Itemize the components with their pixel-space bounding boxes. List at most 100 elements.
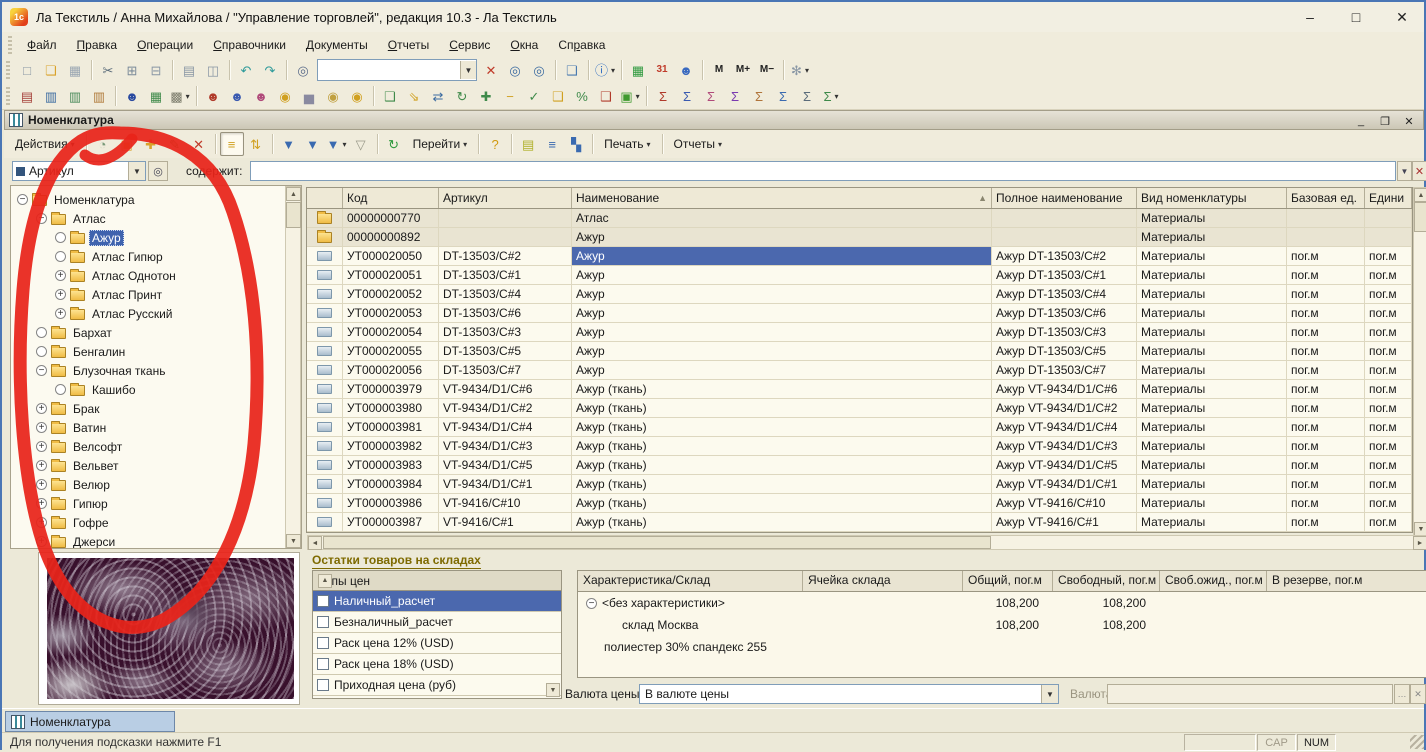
cell[interactable]: Ажур (ткань) xyxy=(572,418,992,436)
cell[interactable]: Ажур VT-9434/D1/C#1 xyxy=(992,475,1137,493)
column-header-Полное наименование[interactable]: Полное наименование xyxy=(992,188,1137,208)
cell[interactable]: УТ000020053 xyxy=(343,304,439,322)
toolbar-grip[interactable] xyxy=(8,36,12,54)
tree-item[interactable]: Кашибо xyxy=(13,380,283,399)
cell[interactable]: УТ000003979 xyxy=(343,380,439,398)
collapse-icon[interactable]: − xyxy=(17,194,28,205)
cell[interactable]: VT-9434/D1/C#5 xyxy=(439,456,572,474)
checkbox-icon[interactable] xyxy=(317,658,329,670)
cell[interactable]: Материалы xyxy=(1137,475,1287,493)
memory-m-plus-icon[interactable]: M+ xyxy=(731,58,755,82)
outgoing-cash-icon[interactable]: ◉ xyxy=(321,84,345,108)
actions-button[interactable]: Действия▾ xyxy=(8,132,82,156)
cell[interactable]: пог.м xyxy=(1287,418,1365,436)
cell[interactable]: 00000000892 xyxy=(343,228,439,246)
redo-icon[interactable]: ↷ xyxy=(258,58,282,82)
cell[interactable]: 00000000770 xyxy=(343,209,439,227)
cell[interactable]: УТ000020055 xyxy=(343,342,439,360)
cell[interactable]: Ажур (ткань) xyxy=(572,399,992,417)
menu-item-9[interactable]: Справка xyxy=(548,35,615,55)
tree-item[interactable]: +Атлас Однотон xyxy=(13,266,283,285)
info-icon[interactable]: ⓘ▾ xyxy=(593,58,617,82)
cell[interactable]: Ажур VT-9434/D1/C#3 xyxy=(992,437,1137,455)
report-check-icon[interactable]: Σ▾ xyxy=(819,84,843,108)
find-next-icon[interactable]: ◎ xyxy=(503,58,527,82)
stock-column-header[interactable]: В резерве, пог.м xyxy=(1267,571,1426,591)
column-header-Базовая ед.[interactable]: Базовая ед. xyxy=(1287,188,1365,208)
table-hscrollbar-thumb[interactable] xyxy=(323,536,991,549)
cell[interactable]: пог.м xyxy=(1365,361,1412,379)
tree-item[interactable]: −Атлас xyxy=(13,209,283,228)
table-row[interactable]: УТ000003981VT-9434/D1/C#4Ажур (ткань)Ажу… xyxy=(307,418,1412,437)
paste-icon[interactable]: ⊟ xyxy=(144,58,168,82)
cell[interactable]: Материалы xyxy=(1137,361,1287,379)
print-preview-icon[interactable]: ◫ xyxy=(201,58,225,82)
print-document-icon[interactable]: ▥ xyxy=(63,84,87,108)
print-tray-icon[interactable]: ▥ xyxy=(87,84,111,108)
table-row[interactable]: УТ000020052DT-13503/C#4АжурАжур DT-13503… xyxy=(307,285,1412,304)
doc-refresh-icon[interactable]: ↻ xyxy=(450,84,474,108)
refresh-icon[interactable]: ↻ xyxy=(382,132,406,156)
stock-column-header[interactable]: Характеристика/Склад xyxy=(578,571,803,591)
cell[interactable]: Ажур VT-9434/D1/C#6 xyxy=(992,380,1137,398)
cut-icon[interactable]: ✂ xyxy=(96,58,120,82)
memory-m-minus-icon[interactable]: M− xyxy=(755,58,779,82)
tree-item[interactable]: +Гипюр xyxy=(13,494,283,513)
cell[interactable]: Ажур xyxy=(572,247,992,265)
barcode-icon[interactable]: ▤ xyxy=(516,132,540,156)
menu-item-1[interactable]: Файл xyxy=(17,35,67,55)
tree-item[interactable]: Атлас Гипюр xyxy=(13,247,283,266)
stock-row[interactable]: полиестер 30% спандекс 255 xyxy=(578,636,1426,658)
search-input[interactable] xyxy=(318,61,460,79)
cell[interactable] xyxy=(1287,209,1365,227)
cell[interactable]: пог.м xyxy=(1365,456,1412,474)
reports-button[interactable]: Отчеты▾ xyxy=(667,132,730,156)
cell[interactable]: Ажур xyxy=(572,304,992,322)
tree-item[interactable]: +Гофре xyxy=(13,513,283,532)
expand-icon[interactable]: + xyxy=(55,308,66,319)
cell[interactable]: Материалы xyxy=(1137,323,1287,341)
tree-scrollbar-thumb[interactable] xyxy=(286,202,301,228)
archive-icon[interactable]: ▤ xyxy=(15,84,39,108)
report-flag-blue-icon[interactable]: Σ xyxy=(771,84,795,108)
help-icon[interactable]: ? xyxy=(483,132,507,156)
table-row[interactable]: УТ000003979VT-9434/D1/C#6Ажур (ткань)Ажу… xyxy=(307,380,1412,399)
coins-minus-icon[interactable]: − xyxy=(498,84,522,108)
column-header-Артикул[interactable]: Артикул xyxy=(439,188,572,208)
tree-item[interactable]: +Ватин xyxy=(13,418,283,437)
cell[interactable]: пог.м xyxy=(1287,456,1365,474)
coins-plus-icon[interactable]: ✚ xyxy=(474,84,498,108)
collapse-icon[interactable]: − xyxy=(36,213,47,224)
cell[interactable]: УТ000003986 xyxy=(343,494,439,512)
stock-column-header[interactable]: Своб.ожид., пог.м xyxy=(1160,571,1267,591)
cell[interactable]: пог.м xyxy=(1287,304,1365,322)
expand-icon[interactable]: + xyxy=(36,441,47,452)
cell[interactable]: УТ000020050 xyxy=(343,247,439,265)
history-icon[interactable]: ◔ xyxy=(91,132,115,156)
table-row[interactable]: УТ000020051DT-13503/C#1АжурАжур DT-13503… xyxy=(307,266,1412,285)
cell[interactable]: пог.м xyxy=(1365,247,1412,265)
cell[interactable] xyxy=(992,209,1137,227)
cell[interactable]: пог.м xyxy=(1287,266,1365,284)
customer-order-icon[interactable]: ☻ xyxy=(249,84,273,108)
cell[interactable]: DT-13503/C#3 xyxy=(439,323,572,341)
cell[interactable] xyxy=(439,209,572,227)
memory-m-icon[interactable]: M xyxy=(707,58,731,82)
expand-icon[interactable]: + xyxy=(36,403,47,414)
table-row[interactable]: УТ000020056DT-13503/C#7АжурАжур DT-13503… xyxy=(307,361,1412,380)
copy-icon[interactable]: ⊞ xyxy=(120,58,144,82)
close-button[interactable]: ✕ xyxy=(1390,7,1414,27)
cell[interactable]: Ажур VT-9416/C#10 xyxy=(992,494,1137,512)
hierarchy-view-icon[interactable]: ≡ xyxy=(220,132,244,156)
table-row[interactable]: УТ000003980VT-9434/D1/C#2Ажур (ткань)Ажу… xyxy=(307,399,1412,418)
cell[interactable]: пог.м xyxy=(1287,475,1365,493)
table-row[interactable]: УТ000003982VT-9434/D1/C#3Ажур (ткань)Ажу… xyxy=(307,437,1412,456)
expand-icon[interactable]: + xyxy=(55,270,66,281)
column-header-Вид номенклатуры[interactable]: Вид номенклатуры xyxy=(1137,188,1287,208)
cell[interactable]: Ажур xyxy=(572,266,992,284)
search-combobox[interactable]: ▼ xyxy=(317,59,477,81)
report-person-blue-icon[interactable]: Σ xyxy=(675,84,699,108)
print-icon[interactable]: ▤ xyxy=(177,58,201,82)
doc-percent-icon[interactable]: % xyxy=(570,84,594,108)
print-screen-icon[interactable]: ▥ xyxy=(39,84,63,108)
